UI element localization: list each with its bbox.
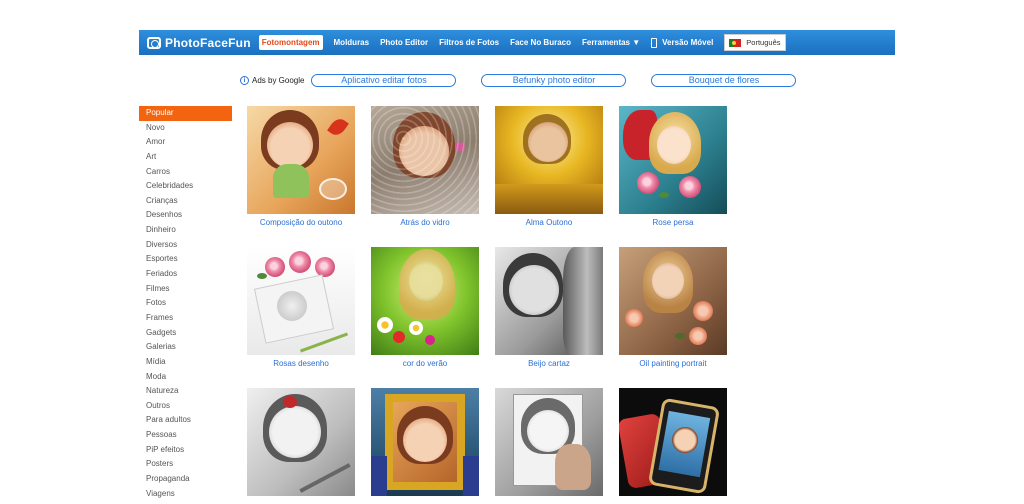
portugal-flag-icon: [729, 38, 742, 47]
thumbnail-image[interactable]: [247, 106, 355, 214]
ad-link-aplicativo-editar-fotos[interactable]: Aplicativo editar fotos: [311, 74, 457, 87]
category-pip-efeitos[interactable]: PiP efeitos: [139, 443, 232, 458]
category-desenhos[interactable]: Desenhos: [139, 208, 232, 223]
gallery-item-caption[interactable]: Alma Outono: [495, 218, 603, 227]
gallery-item-caption[interactable]: Rosas desenho: [247, 359, 355, 368]
category-celebridades[interactable]: Celebridades: [139, 179, 232, 194]
category-dinheiro[interactable]: Dinheiro: [139, 223, 232, 238]
nav-item-fotomontagem[interactable]: Fotomontagem: [258, 35, 323, 50]
gallery-item-composicao-do-outono[interactable]: Composição do outono: [247, 106, 355, 247]
logo-text: PhotoFaceFun: [165, 35, 251, 50]
nav-item-versao-movel[interactable]: Versão Móvel: [651, 37, 714, 48]
gallery-item-iphone[interactable]: [619, 388, 727, 504]
info-icon: i: [240, 76, 249, 85]
gallery-item-alma-outono[interactable]: Alma Outono: [495, 106, 603, 247]
gallery-item-beijo-cartaz[interactable]: Beijo cartaz: [495, 247, 603, 388]
gallery-item-atras-do-vidro[interactable]: Atrás do vidro: [371, 106, 479, 247]
nav-item-photo-editor[interactable]: Photo Editor: [380, 38, 428, 47]
ad-link-befunky-photo-editor[interactable]: Befunky photo editor: [481, 74, 627, 87]
ad-link-bouquet-de-flores[interactable]: Bouquet de flores: [651, 74, 797, 87]
language-selector[interactable]: Português: [724, 34, 786, 51]
category-natureza[interactable]: Natureza: [139, 384, 232, 399]
category-para-adultos[interactable]: Para adultos: [139, 413, 232, 428]
category-midia[interactable]: Mídia: [139, 355, 232, 370]
gallery-item-oil-painting-portrait[interactable]: Oil painting portrait: [619, 247, 727, 388]
category-pessoas[interactable]: Pessoas: [139, 428, 232, 443]
category-popular[interactable]: Popular: [139, 106, 232, 121]
thumbnail-image[interactable]: [247, 247, 355, 355]
category-feriados[interactable]: Feriados: [139, 267, 232, 282]
thumbnail-image[interactable]: [247, 388, 355, 496]
site-logo[interactable]: PhotoFaceFun: [147, 36, 251, 50]
nav-item-molduras[interactable]: Molduras: [334, 38, 370, 47]
nav-item-filtros-de-fotos[interactable]: Filtros de Fotos: [439, 38, 499, 47]
gallery-item-caption[interactable]: Oil painting portrait: [619, 359, 727, 368]
category-outros[interactable]: Outros: [139, 399, 232, 414]
thumbnail-image[interactable]: [371, 388, 479, 496]
gallery-item-caption[interactable]: Rose persa: [619, 218, 727, 227]
gallery-item-caption[interactable]: Atrás do vidro: [371, 218, 479, 227]
thumbnail-image[interactable]: [619, 106, 727, 214]
category-novo[interactable]: Novo: [139, 121, 232, 136]
category-posters[interactable]: Posters: [139, 457, 232, 472]
category-propaganda[interactable]: Propaganda: [139, 472, 232, 487]
nav-item-ferramentas[interactable]: Ferramentas ▼: [582, 38, 640, 47]
thumbnail-image[interactable]: [495, 388, 603, 496]
nav-item-face-no-buraco[interactable]: Face No Buraco: [510, 38, 571, 47]
thumbnail-image[interactable]: [619, 388, 727, 496]
gallery-item-caption[interactable]: Beijo cartaz: [495, 359, 603, 368]
category-carros[interactable]: Carros: [139, 165, 232, 180]
category-art[interactable]: Art: [139, 150, 232, 165]
category-galerias[interactable]: Galerias: [139, 340, 232, 355]
gallery-item-cor-do-verao[interactable]: cor do verão: [371, 247, 479, 388]
ads-label-text: Ads by Google: [252, 76, 305, 85]
language-label: Português: [746, 38, 781, 47]
ads-row: i Ads by Google Aplicativo editar fotos …: [240, 74, 821, 87]
gallery-item-rose-persa[interactable]: Rose persa: [619, 106, 727, 247]
thumbnail-image[interactable]: [495, 106, 603, 214]
gallery-item-caption[interactable]: Composição do outono: [247, 218, 355, 227]
nav-item-versao-movel-label: Versão Móvel: [662, 37, 714, 47]
category-filmes[interactable]: Filmes: [139, 282, 232, 297]
category-esportes[interactable]: Esportes: [139, 252, 232, 267]
category-frames[interactable]: Frames: [139, 311, 232, 326]
gallery-item-caption[interactable]: cor do verão: [371, 359, 479, 368]
thumbnail-image[interactable]: [619, 247, 727, 355]
ads-label[interactable]: i Ads by Google: [240, 76, 304, 85]
top-nav-bar: PhotoFaceFun Fotomontagem Molduras Photo…: [139, 30, 895, 55]
gallery-item-sketch[interactable]: [247, 388, 355, 504]
camera-icon: [147, 36, 161, 49]
mobile-phone-icon: [651, 37, 658, 48]
category-diversos[interactable]: Diversos: [139, 238, 232, 253]
thumbnail-image[interactable]: [495, 247, 603, 355]
category-gadgets[interactable]: Gadgets: [139, 326, 232, 341]
category-criancas[interactable]: Crianças: [139, 194, 232, 209]
category-sidebar: Popular Novo Amor Art Carros Celebridade…: [139, 106, 232, 501]
category-fotos[interactable]: Fotos: [139, 296, 232, 311]
category-viagens[interactable]: Viagens: [139, 487, 232, 502]
effects-gallery: Composição do outono Atrás do vidro Alma…: [247, 106, 727, 504]
gallery-item-golden-frame[interactable]: [371, 388, 479, 504]
gallery-item-pencil-drawing[interactable]: [495, 388, 603, 504]
category-moda[interactable]: Moda: [139, 370, 232, 385]
thumbnail-image[interactable]: [371, 106, 479, 214]
gallery-item-rosas-desenho[interactable]: Rosas desenho: [247, 247, 355, 388]
category-amor[interactable]: Amor: [139, 135, 232, 150]
main-nav: Fotomontagem Molduras Photo Editor Filtr…: [258, 34, 786, 51]
thumbnail-image[interactable]: [371, 247, 479, 355]
